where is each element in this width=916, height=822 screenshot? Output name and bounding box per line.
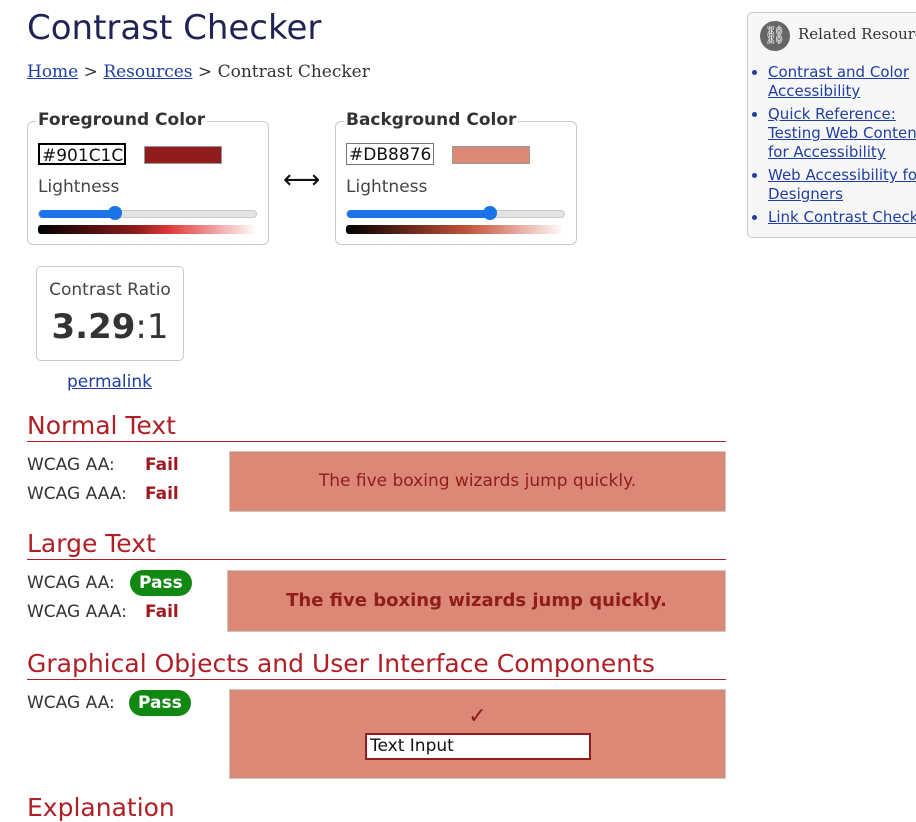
large-text-sample: The five boxing wizards jump quickly. — [227, 570, 726, 632]
list-item: Contrast and Color Accessibility — [768, 63, 916, 101]
contrast-ratio-suffix: :1 — [135, 307, 169, 347]
foreground-slider-thumb[interactable] — [107, 206, 122, 220]
background-lightness-slider[interactable] — [346, 206, 565, 220]
background-slider-fill — [347, 210, 491, 218]
swap-colors-icon[interactable]: ⟷ — [283, 165, 320, 195]
list-item: Web Accessibility for Designers — [768, 166, 916, 204]
foreground-lightness-slider[interactable] — [38, 206, 257, 220]
foreground-color-panel: Foreground Color #901C1C Lightness — [27, 110, 269, 245]
normal-aa-label: WCAG AA: — [27, 455, 115, 475]
related-link[interactable]: Link Contrast Checker — [768, 208, 916, 226]
explanation-heading: Explanation — [27, 793, 175, 822]
graphical-aa-label: WCAG AA: — [27, 693, 115, 713]
large-aaa-label: WCAG AAA: — [27, 602, 127, 622]
large-aaa-result: Fail — [145, 602, 179, 622]
checkmark-icon: ✓ — [468, 704, 487, 729]
list-item: Link Contrast Checker — [768, 208, 916, 227]
normal-aaa-result: Fail — [145, 484, 179, 504]
permalink-link[interactable]: permalink — [67, 372, 152, 392]
related-resources-title: Related Resources — [798, 25, 916, 43]
large-aa-result: Pass — [130, 570, 192, 596]
graphical-objects-heading: Graphical Objects and User Interface Com… — [27, 649, 726, 680]
graphical-objects-sample: ✓ Text Input — [229, 689, 726, 779]
related-link[interactable]: Quick Reference: Testing Web Content for… — [768, 105, 916, 161]
contrast-ratio-label: Contrast Ratio — [49, 280, 171, 300]
normal-text-sample: The five boxing wizards jump quickly. — [229, 451, 726, 512]
related-link[interactable]: Contrast and Color Accessibility — [768, 63, 909, 100]
foreground-lightness-gradient — [38, 225, 257, 234]
background-hex-input[interactable]: #DB8876 — [346, 143, 434, 165]
background-lightness-gradient — [346, 225, 565, 234]
foreground-lightness-label: Lightness — [38, 177, 120, 197]
background-color-legend: Background Color — [344, 110, 519, 130]
related-resources-panel: ⛓ Related Resources Contrast and Color A… — [747, 12, 916, 238]
link-icon: ⛓ — [760, 21, 790, 51]
large-aa-label: WCAG AA: — [27, 573, 115, 593]
breadcrumb: Home > Resources > Contrast Checker — [27, 62, 370, 82]
list-item: Quick Reference: Testing Web Content for… — [768, 105, 916, 162]
normal-aaa-label: WCAG AAA: — [27, 484, 127, 504]
breadcrumb-home-link[interactable]: Home — [27, 62, 78, 82]
related-link[interactable]: Web Accessibility for Designers — [768, 166, 916, 203]
sample-text-input[interactable]: Text Input — [365, 733, 591, 760]
page-title: Contrast Checker — [27, 8, 322, 48]
background-lightness-label: Lightness — [346, 177, 428, 197]
foreground-slider-fill — [39, 210, 115, 218]
foreground-color-swatch[interactable] — [144, 146, 222, 164]
breadcrumb-current: Contrast Checker — [217, 62, 370, 82]
contrast-ratio-value: 3.29:1 — [37, 307, 183, 347]
related-resources-list: Contrast and Color Accessibility Quick R… — [750, 63, 916, 231]
contrast-ratio-number: 3.29 — [51, 307, 136, 347]
breadcrumb-separator: > — [197, 62, 213, 82]
breadcrumb-resources-link[interactable]: Resources — [103, 62, 192, 82]
graphical-aa-result: Pass — [129, 690, 191, 716]
background-color-swatch[interactable] — [452, 146, 530, 164]
background-color-panel: Background Color #DB8876 Lightness — [335, 110, 577, 245]
breadcrumb-separator: > — [83, 62, 98, 82]
background-slider-thumb[interactable] — [483, 206, 498, 220]
foreground-hex-input[interactable]: #901C1C — [38, 143, 126, 165]
large-text-heading: Large Text — [27, 529, 726, 560]
contrast-ratio-box: Contrast Ratio 3.29:1 — [36, 266, 184, 361]
normal-text-heading: Normal Text — [27, 411, 726, 442]
foreground-color-legend: Foreground Color — [36, 110, 208, 130]
normal-aa-result: Fail — [145, 455, 179, 475]
